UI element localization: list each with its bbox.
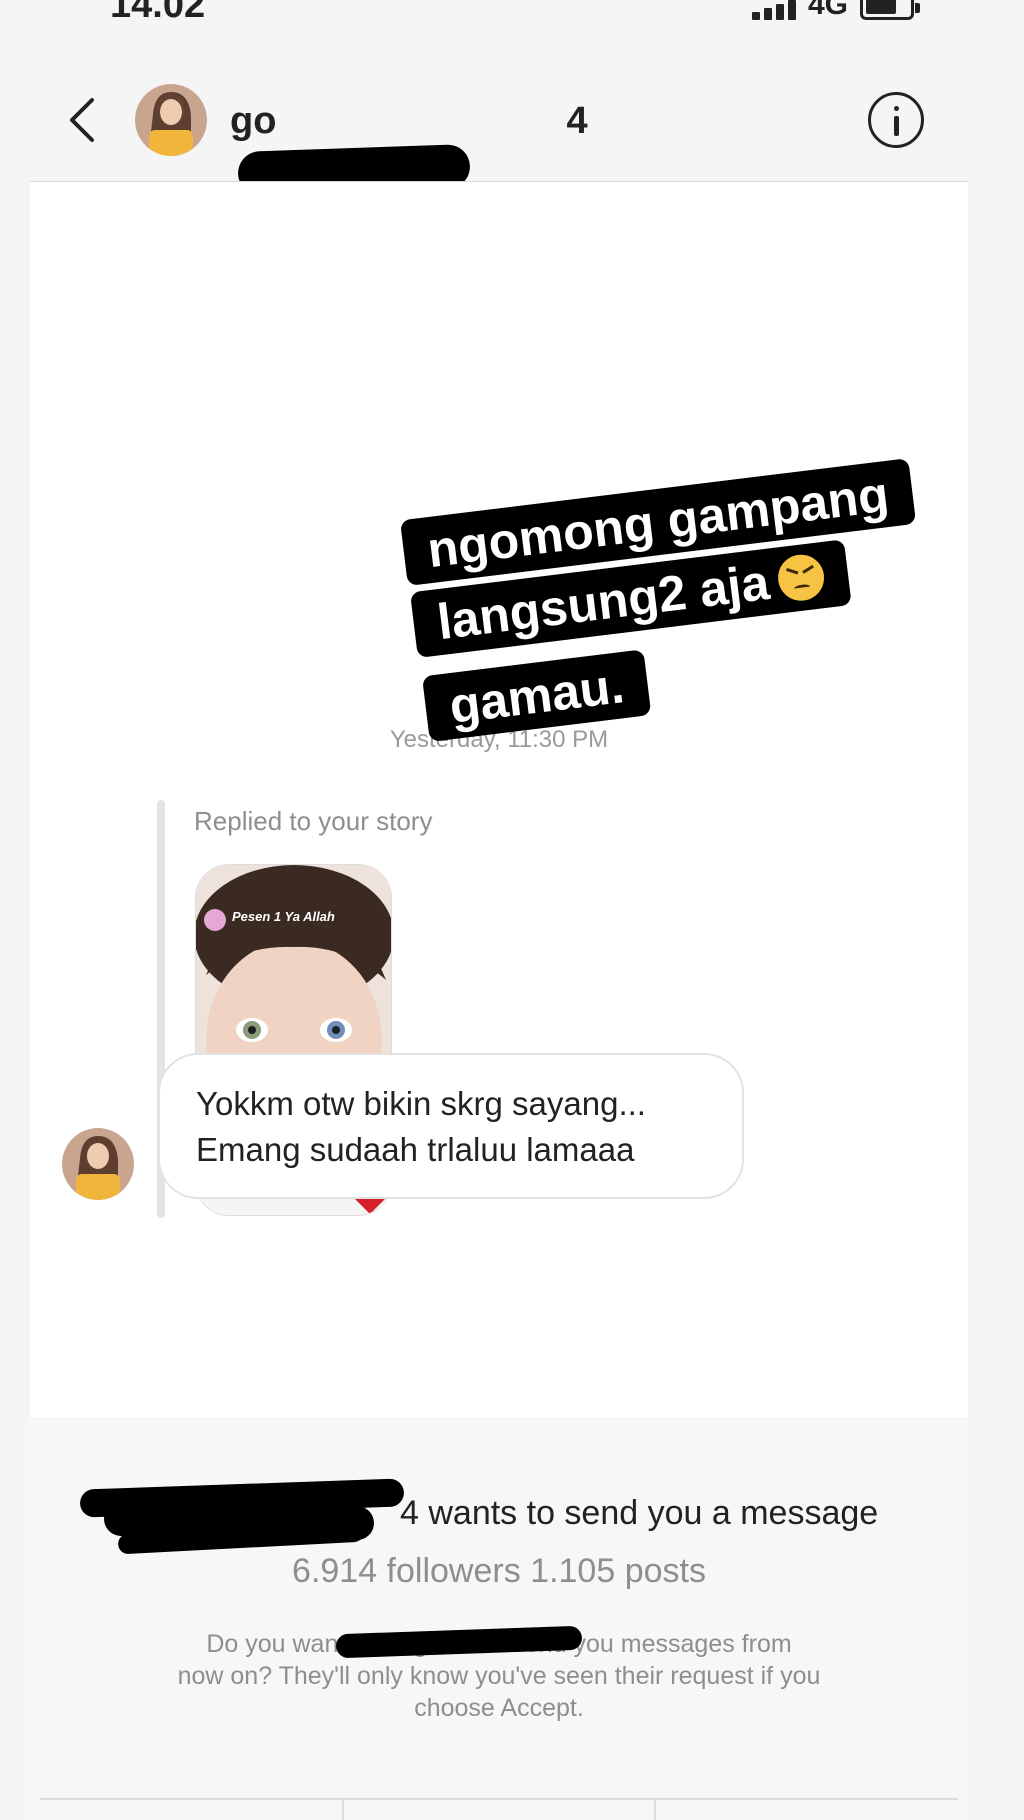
chat-header: go 4 xyxy=(0,60,1024,219)
message-timestamp: Yesterday, 11:30 PM xyxy=(389,726,609,753)
status-bar: 14.02 4G xyxy=(0,0,1024,40)
reply-label: Replied to your story xyxy=(194,806,433,836)
signal-icon xyxy=(752,0,796,20)
action-separator xyxy=(654,1800,656,1820)
network-type: 4G xyxy=(808,0,849,21)
message-bubble[interactable]: Yokkm otw bikin skrg sayang... Emang sud… xyxy=(158,1053,744,1199)
battery-icon xyxy=(860,0,920,20)
back-button[interactable] xyxy=(58,90,108,150)
story-caption: Pesen 1 Ya Allah xyxy=(232,909,335,924)
chat-username[interactable]: go 4 xyxy=(230,100,588,143)
sticker-icon xyxy=(204,909,226,931)
chevron-left-icon xyxy=(70,98,94,142)
message-text-line: Yokkm otw bikin skrg sayang... xyxy=(196,1085,646,1122)
actions-divider xyxy=(40,1798,958,1800)
avatar[interactable] xyxy=(135,84,207,156)
action-separator xyxy=(342,1800,344,1820)
message-text-line: Emang sudaah trlaluu lamaaa xyxy=(196,1131,635,1168)
request-stats: 6.914 followers 1.105 posts xyxy=(292,1552,706,1590)
info-button[interactable] xyxy=(868,92,924,148)
status-time: 14.02 xyxy=(110,0,206,26)
sender-avatar[interactable] xyxy=(62,1128,134,1200)
message-request-panel: 4 wants to send you a message 6.914 foll… xyxy=(30,1418,968,1820)
message-thread[interactable]: Yesterday, 11:30 PM Replied to your stor… xyxy=(30,182,968,1417)
